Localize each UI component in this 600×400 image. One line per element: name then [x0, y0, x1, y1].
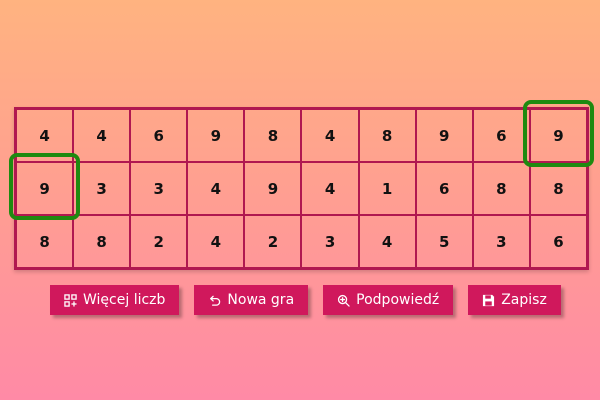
board-cell[interactable]: 4	[187, 215, 245, 268]
board-cell[interactable]: 8	[73, 215, 131, 268]
board-cell[interactable]: 9	[187, 109, 245, 162]
board-cell[interactable]: 8	[472, 162, 530, 215]
more-numbers-label: Więcej liczb	[83, 292, 166, 308]
new-game-button[interactable]: Nowa gra	[194, 285, 309, 315]
undo-arrow-icon	[208, 294, 221, 307]
hint-button[interactable]: Podpowiedź	[323, 285, 454, 315]
board-cell[interactable]: 9	[415, 109, 473, 162]
board-cell[interactable]: 2	[130, 215, 188, 268]
save-label: Zapisz	[501, 292, 547, 308]
zoom-in-icon	[337, 294, 350, 307]
board-cell[interactable]: 8	[16, 215, 74, 268]
board-cell[interactable]: 3	[130, 162, 188, 215]
board-cell[interactable]: 3	[301, 215, 359, 268]
board-cell[interactable]: 6	[415, 162, 473, 215]
board-cell[interactable]: 6	[472, 109, 530, 162]
board-cell[interactable]: 2	[244, 215, 302, 268]
board-cell[interactable]: 8	[244, 109, 302, 162]
new-game-label: Nowa gra	[227, 292, 295, 308]
board-cell[interactable]: 4	[73, 109, 131, 162]
board-cell[interactable]: 4	[16, 109, 74, 162]
board-cell[interactable]: 5	[415, 215, 473, 268]
more-numbers-button[interactable]: Więcej liczb	[50, 285, 180, 315]
board-cell[interactable]: 8	[529, 162, 587, 215]
game-board: 446984896993349416888824234536	[8, 100, 595, 270]
board-cell[interactable]: 1	[358, 162, 416, 215]
board-cell[interactable]: 4	[187, 162, 245, 215]
board-cell[interactable]: 9	[522, 100, 595, 167]
save-button[interactable]: Zapisz	[468, 285, 561, 315]
board-cell[interactable]: 3	[472, 215, 530, 268]
grid-plus-icon	[64, 293, 77, 307]
floppy-disk-icon	[482, 294, 495, 307]
board-cell[interactable]: 6	[529, 215, 587, 268]
board-cell[interactable]: 4	[301, 109, 359, 162]
board-cell[interactable]: 9	[8, 153, 81, 220]
hint-label: Podpowiedź	[356, 292, 440, 308]
board-cell[interactable]: 9	[244, 162, 302, 215]
toolbar: Więcej liczb Nowa gra Podpowiedź Zapisz	[50, 285, 561, 315]
board-cell[interactable]: 8	[358, 109, 416, 162]
board-cell[interactable]: 6	[130, 109, 188, 162]
board-cell[interactable]: 4	[358, 215, 416, 268]
board-cell[interactable]: 4	[301, 162, 359, 215]
board-cell[interactable]: 3	[73, 162, 131, 215]
